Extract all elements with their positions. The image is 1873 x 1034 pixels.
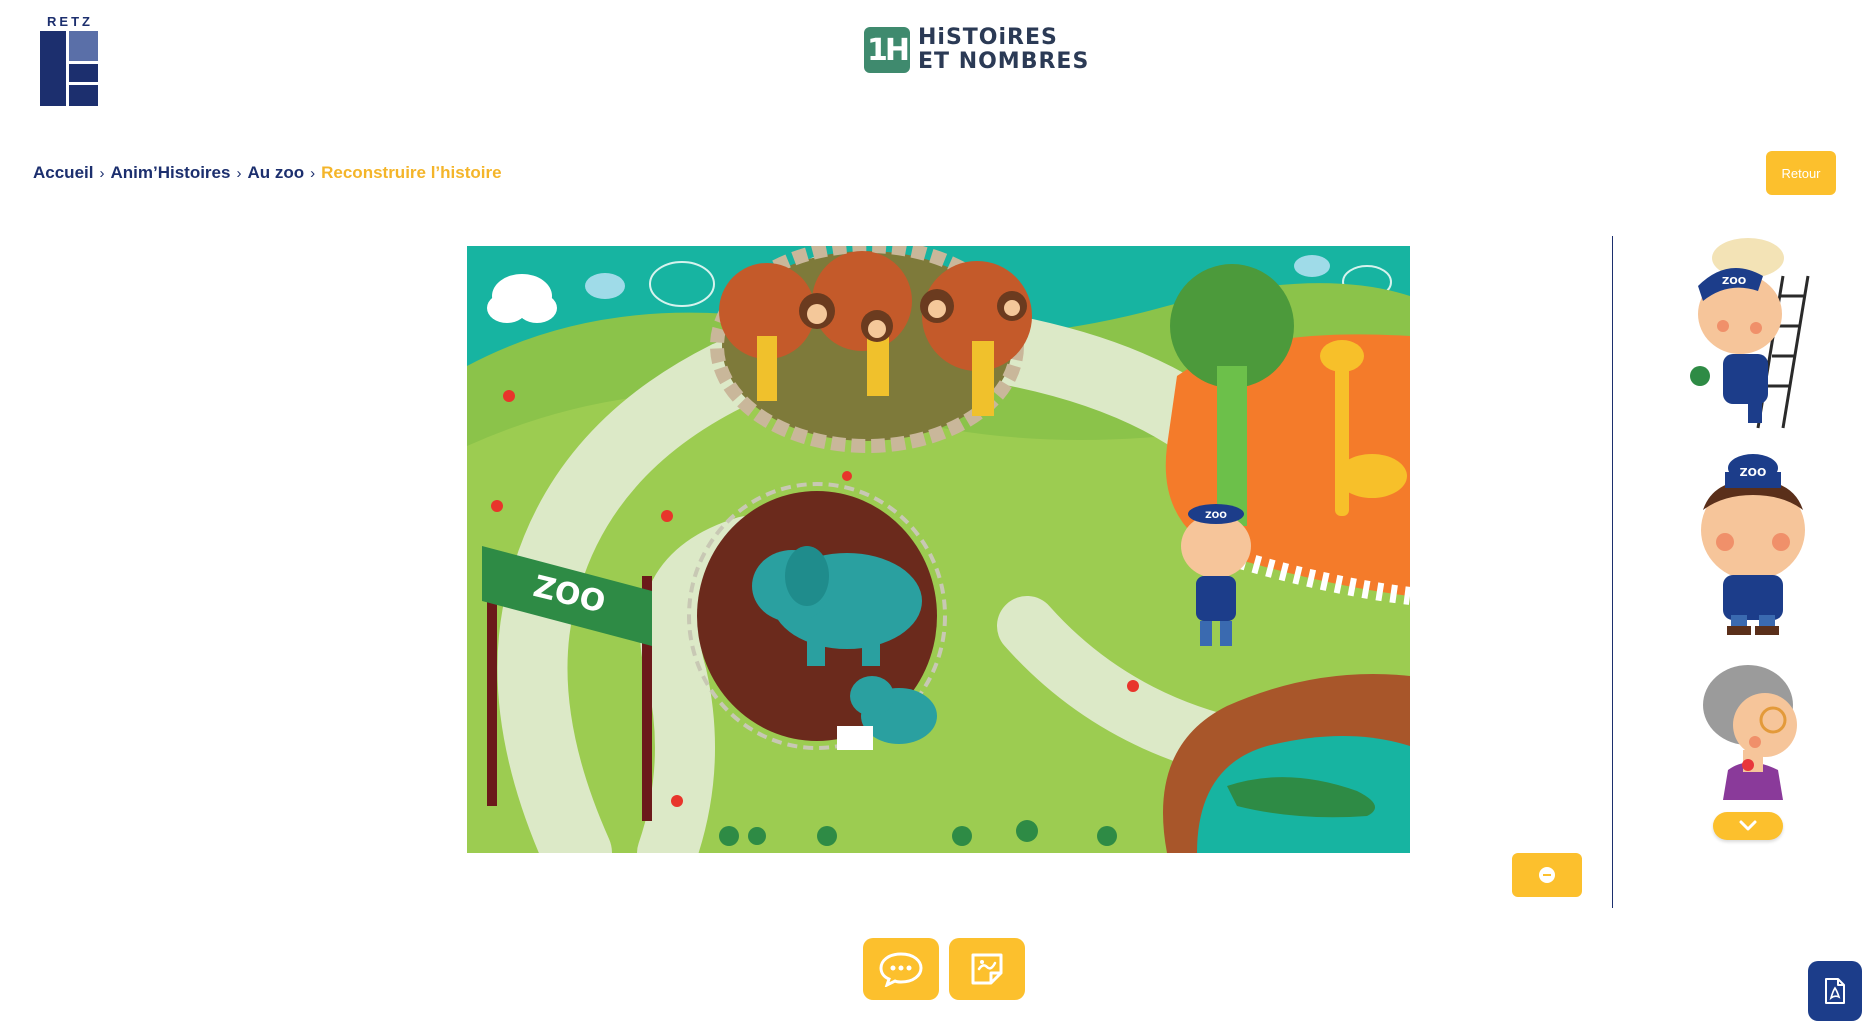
zookeeper-ladder-image: ZOO bbox=[1690, 238, 1810, 429]
breadcrumb-home[interactable]: Accueil bbox=[33, 163, 93, 183]
breadcrumb-current: Reconstruire l’histoire bbox=[321, 163, 502, 182]
zoo-scene-illustration: ZOO ZOO bbox=[467, 246, 1410, 853]
hn-title-line2: ET NOMBRES bbox=[918, 49, 1090, 74]
sidebar-divider bbox=[1612, 236, 1613, 908]
hn-badge: 1H bbox=[864, 27, 910, 73]
scene-cap-text: ZOO bbox=[1205, 511, 1227, 521]
chevron-down-icon bbox=[1739, 820, 1757, 831]
breadcrumb-au-zoo[interactable]: Au zoo bbox=[247, 163, 304, 183]
breadcrumb-separator: › bbox=[310, 164, 316, 182]
pdf-button[interactable] bbox=[1808, 961, 1862, 1021]
sticky-note-icon bbox=[971, 953, 1003, 985]
hn-title-line1: HiSTOiRES bbox=[918, 25, 1058, 50]
pdf-icon bbox=[1825, 978, 1845, 1004]
scroll-down-button[interactable] bbox=[1713, 812, 1783, 840]
zookeeper-image: ZOO bbox=[1701, 454, 1805, 635]
character-grandmother[interactable] bbox=[1693, 660, 1813, 824]
grandmother-image bbox=[1703, 665, 1797, 800]
hn-title: HiSTOiRES ET NOMBRES bbox=[918, 26, 1089, 74]
sticky-note-button[interactable] bbox=[949, 938, 1025, 1000]
minus-icon bbox=[1539, 867, 1555, 883]
breadcrumb-separator: › bbox=[236, 164, 242, 182]
page: RETZ 1H HiSTOiRES ET NOMBRES Accueil › A… bbox=[0, 0, 1873, 1034]
back-button[interactable]: Retour bbox=[1766, 151, 1836, 195]
retz-logo-icon bbox=[40, 31, 98, 106]
speech-bubble-icon bbox=[879, 952, 923, 987]
zoom-out-button[interactable] bbox=[1512, 853, 1582, 897]
zoo-scene[interactable]: ZOO ZOO bbox=[467, 246, 1410, 853]
breadcrumb: Accueil › Anim’Histoires › Au zoo › Reco… bbox=[33, 163, 502, 183]
ladder-cap-text: ZOO bbox=[1722, 276, 1746, 287]
breadcrumb-separator: › bbox=[99, 164, 105, 182]
zookeeper-cap-text: ZOO bbox=[1740, 466, 1767, 479]
speech-bubble-button[interactable] bbox=[863, 938, 939, 1000]
character-zookeeper-ladder[interactable]: ZOO bbox=[1678, 236, 1818, 435]
histoires-et-nombres-logo[interactable]: 1H HiSTOiRES ET NOMBRES bbox=[864, 26, 1089, 74]
retz-logo-text: RETZ bbox=[47, 14, 93, 29]
character-zookeeper[interactable]: ZOO bbox=[1683, 450, 1823, 639]
breadcrumb-anim-histoires[interactable]: Anim’Histoires bbox=[110, 163, 230, 183]
retz-logo[interactable]: RETZ bbox=[40, 14, 100, 106]
